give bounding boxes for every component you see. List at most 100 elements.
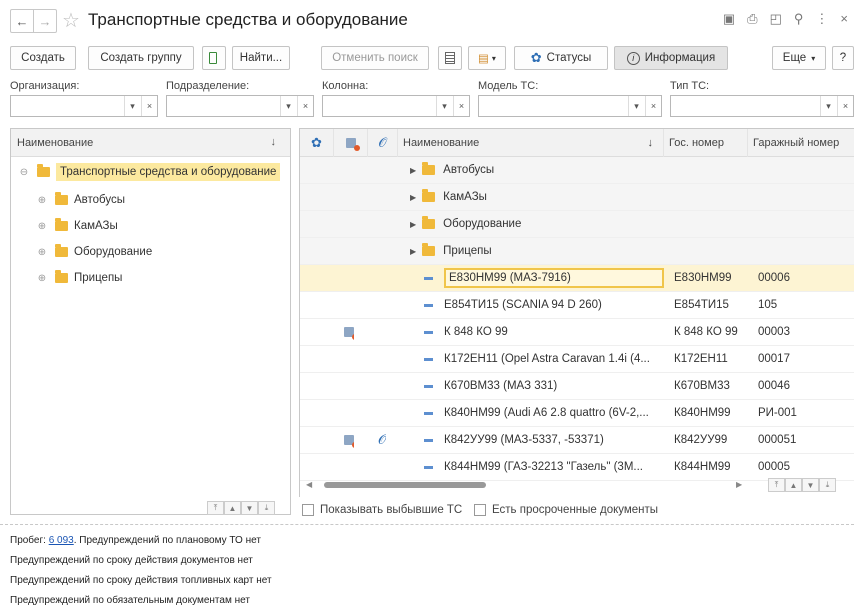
clear-icon[interactable]: × [141,96,157,116]
back-button[interactable]: ← [10,9,34,33]
create-group-button[interactable]: Создать группу [88,46,194,70]
overdue-docs-checkbox[interactable]: Есть просроченные документы [474,504,658,516]
cancel-search-button[interactable]: Отменить поиск [321,46,429,70]
menu-dots-icon[interactable]: ⋮ [815,11,828,27]
report-menu-button[interactable]: ▤ ▾ [468,46,506,70]
subdivision-field[interactable]: ▾ × [166,95,314,117]
table-row[interactable]: К844НМ99 (ГАЗ-32213 "Газель" (3М... К844… [300,454,854,481]
table-row-group[interactable]: ▶ КамАЗы [300,184,854,211]
mileage-link[interactable]: 6 093 [49,535,74,546]
scroll-down-icon[interactable]: ▼ [802,478,819,492]
scroll-top-icon[interactable]: ⤒ [768,478,785,492]
preview-icon[interactable]: ◰ [770,11,782,27]
close-icon[interactable]: × [840,11,848,27]
organization-field[interactable]: ▾ × [10,95,158,117]
favorite-star-icon[interactable]: ☆ [62,8,80,33]
row-gos: К840НМ99 [674,407,731,419]
print-icon[interactable]: ⎙ [747,11,757,27]
table-row[interactable]: 𝒪 К842УУ99 (МАЗ-5337, -53371) К842УУ99 0… [300,427,854,454]
expand-triangle-icon[interactable]: ▶ [410,247,416,256]
expand-icon[interactable]: ⊕ [35,247,49,258]
link-icon[interactable]: ⚲ [794,11,804,27]
horizontal-scrollbar[interactable]: ◀ ▶ ⤒ ▲ ▼ ⤓ [300,478,854,495]
table-header: ✿ 𝒪 Наименование ↓ Гос. номер Гаражный н… [300,129,854,157]
scroll-up-icon[interactable]: ▲ [224,501,241,515]
clear-icon[interactable]: × [645,96,661,116]
dropdown-chevron-icon[interactable]: ▾ [628,96,644,116]
scroll-up-icon[interactable]: ▲ [785,478,802,492]
table-row-group[interactable]: ▶ Оборудование [300,211,854,238]
find-button[interactable]: Найти... [232,46,290,70]
scrollbar-thumb[interactable] [324,482,486,488]
checkbox-box[interactable] [302,504,314,516]
item-marker-icon [424,384,433,388]
save-icon[interactable]: ▣ [723,11,735,27]
table-row[interactable]: К 848 КО 99 К 848 КО 99 00003 [300,319,854,346]
tree-root[interactable]: ⊖ Транспортные средства и оборудование [11,159,290,185]
expand-icon[interactable]: ⊕ [35,221,49,232]
row-name: К840НМ99 (Audi A6 2.8 quattro (6V-2,... [444,407,649,419]
statuses-button[interactable]: ✿ Статусы [514,46,608,70]
clear-icon[interactable]: × [297,96,313,116]
tree-header[interactable]: Наименование ↓ [11,129,290,157]
tree-scroll-controls: ⤒ ▲ ▼ ⤓ [207,501,275,515]
tree-item-equipment[interactable]: ⊕ Оборудование [11,239,290,265]
documents-cell[interactable] [344,319,354,345]
dropdown-chevron-icon[interactable]: ▾ [124,96,140,116]
collapse-icon[interactable]: ⊖ [17,167,31,178]
copy-button[interactable] [202,46,226,70]
column-field[interactable]: ▾ × [322,95,470,117]
expand-icon[interactable]: ⊕ [35,195,49,206]
status-column-header[interactable]: ✿ [300,129,334,157]
type-field[interactable]: ▾ × [670,95,854,117]
dropdown-chevron-icon[interactable]: ▾ [436,96,452,116]
expand-triangle-icon[interactable]: ▶ [410,193,416,202]
tree-item-buses[interactable]: ⊕ Автобусы [11,187,290,213]
row-name: Е830НМ99 (МАЗ-7916) [444,268,664,288]
expand-triangle-icon[interactable]: ▶ [410,166,416,175]
garage-number-column-header[interactable]: Гаражный номер [748,129,854,157]
table-row[interactable]: К840НМ99 (Audi A6 2.8 quattro (6V-2,... … [300,400,854,427]
table-row[interactable]: Е830НМ99 (МАЗ-7916) Е830НМ99 00006 [300,265,854,292]
dropdown-chevron-icon[interactable]: ▾ [820,96,836,116]
name-column-header[interactable]: Наименование ↓ [398,129,664,157]
scroll-left-icon[interactable]: ◀ [306,480,312,489]
documents-cell[interactable] [344,427,354,453]
forward-button[interactable]: → [33,9,57,33]
attachment-column-header[interactable]: 𝒪 [368,129,398,157]
more-button[interactable]: Еще ▾ [772,46,826,70]
clear-icon[interactable]: × [837,96,853,116]
scroll-down-icon[interactable]: ▼ [241,501,258,515]
scroll-right-icon[interactable]: ▶ [736,480,742,489]
scroll-top-icon[interactable]: ⤒ [207,501,224,515]
scroll-bottom-icon[interactable]: ⤓ [819,478,836,492]
show-retired-label: Показывать выбывшие ТС [320,504,463,516]
clear-icon[interactable]: × [453,96,469,116]
scroll-bottom-icon[interactable]: ⤓ [258,501,275,515]
table-row-group[interactable]: ▶ Автобусы [300,157,854,184]
row-name: К842УУ99 (МАЗ-5337, -53371) [444,434,604,446]
show-retired-checkbox[interactable]: Показывать выбывшие ТС [302,504,462,516]
attachment-cell[interactable]: 𝒪 [378,427,386,453]
model-field[interactable]: ▾ × [478,95,662,117]
table-row[interactable]: К172ЕН11 (Opel Astra Caravan 1.4i (4... … [300,346,854,373]
information-button[interactable]: i Информация [614,46,728,70]
table-row[interactable]: К670ВМ33 (МАЗ 331) К670ВМ33 00046 [300,373,854,400]
documents-column-header[interactable] [334,129,368,157]
checkbox-box[interactable] [474,504,486,516]
folder-icon [37,164,50,177]
report-icon: ▤ [478,53,489,65]
row-name: К844НМ99 (ГАЗ-32213 "Газель" (3М... [444,461,643,473]
gos-number-column-header[interactable]: Гос. номер [664,129,748,157]
table-row-group[interactable]: ▶ Прицепы [300,238,854,265]
list-mode-button[interactable] [438,46,462,70]
help-button[interactable]: ? [832,46,854,70]
expand-triangle-icon[interactable]: ▶ [410,220,416,229]
list-icon [445,52,455,64]
create-button[interactable]: Создать [10,46,76,70]
dropdown-chevron-icon[interactable]: ▾ [280,96,296,116]
tree-item-kamaz[interactable]: ⊕ КамАЗы [11,213,290,239]
expand-icon[interactable]: ⊕ [35,273,49,284]
tree-item-trailers[interactable]: ⊕ Прицепы [11,265,290,291]
table-row[interactable]: Е854ТИ15 (SCANIA 94 D 260) Е854ТИ15 105 [300,292,854,319]
